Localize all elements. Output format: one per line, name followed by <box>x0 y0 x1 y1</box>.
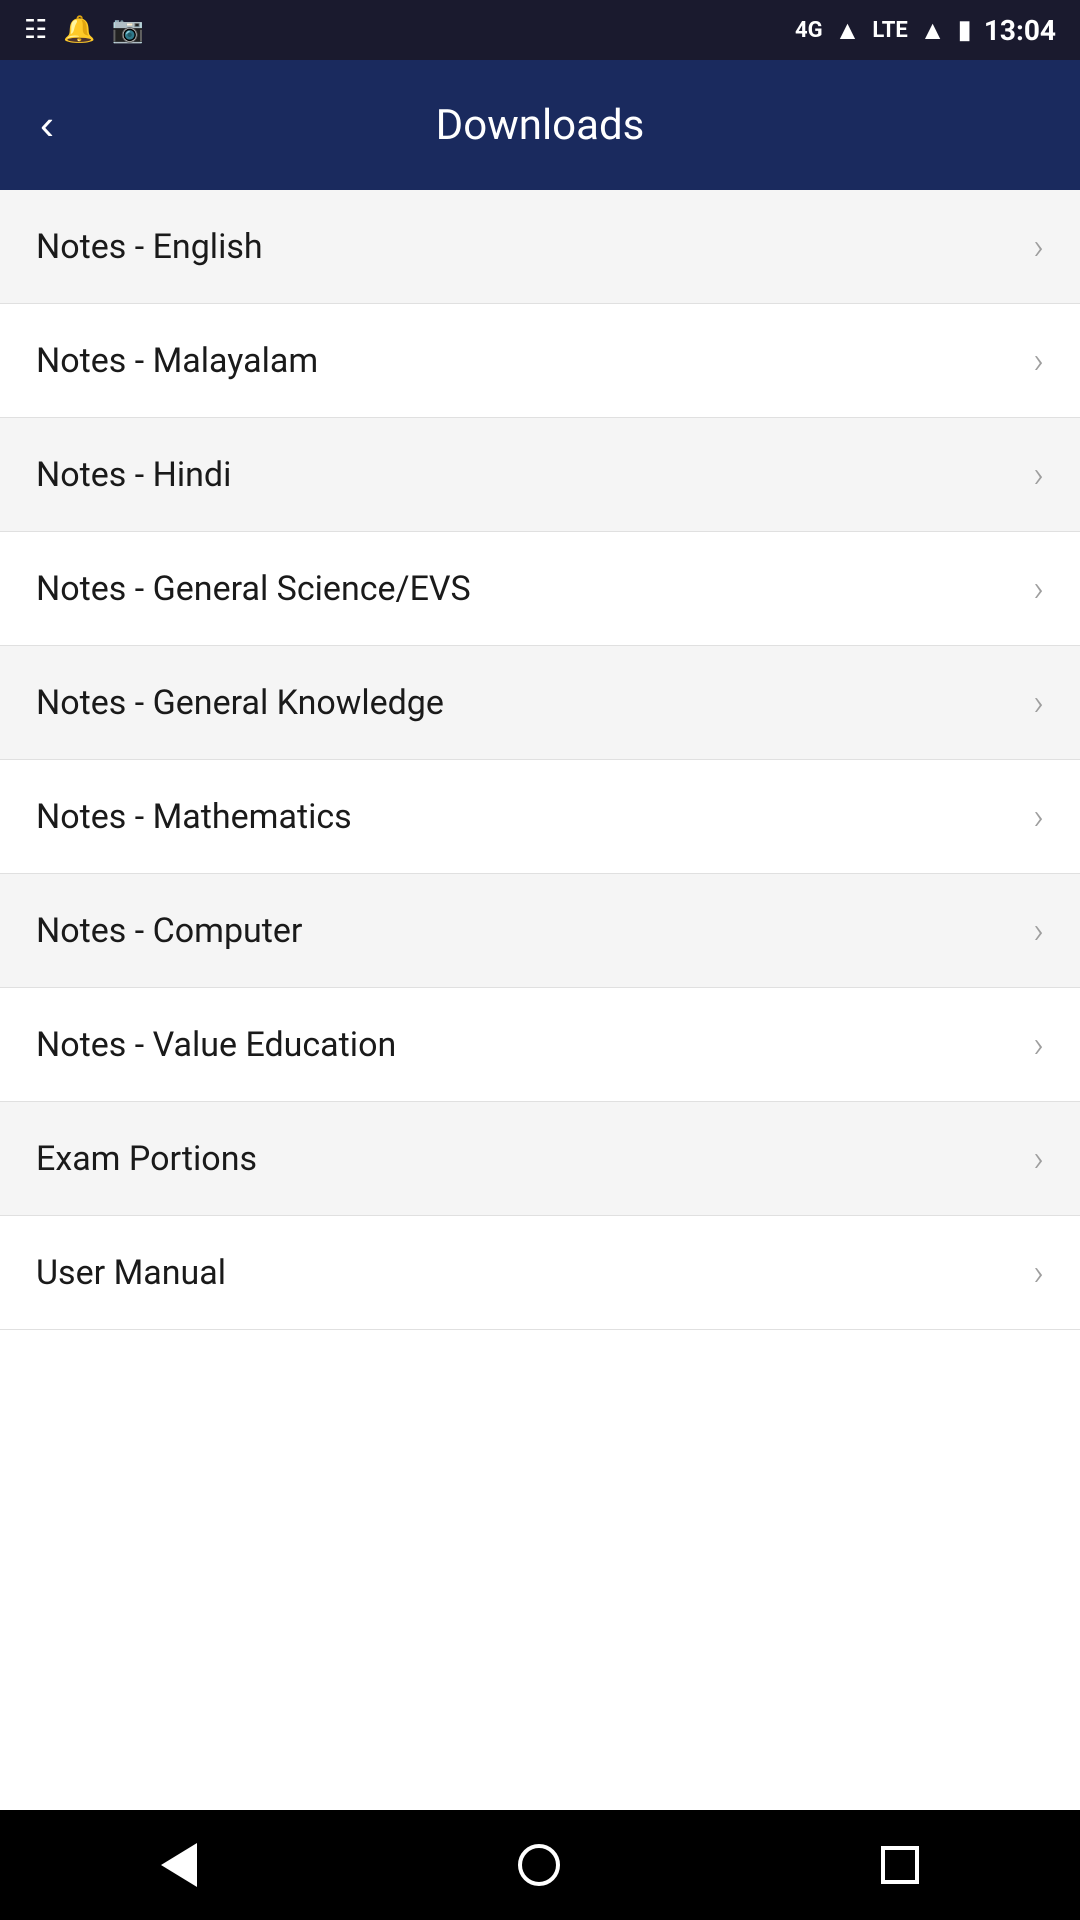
notifications-icon: 🔔 <box>63 15 95 45</box>
chevron-right-icon: › <box>1033 1138 1044 1180</box>
status-bar-left: ☷ 🔔 📷 <box>24 15 144 45</box>
status-bar-right: 4G ▲ LTE ▲ ▮ 13:04 <box>795 14 1056 47</box>
signal-bars-icon: ▲ <box>835 15 861 46</box>
list-item-label: User Manual <box>36 1253 226 1293</box>
list-item-label: Exam Portions <box>36 1139 257 1179</box>
signal-4g-text: 4G <box>795 18 823 43</box>
list-item[interactable]: Notes - General Science/EVS › <box>0 532 1080 646</box>
list-item-label: Notes - Hindi <box>36 455 231 495</box>
chevron-right-icon: › <box>1033 1024 1044 1066</box>
nav-home-button[interactable] <box>502 1828 576 1902</box>
downloads-list: Notes - English›Notes - Malayalam›Notes … <box>0 190 1080 1810</box>
signal-bars-2-icon: ▲ <box>920 15 946 46</box>
chevron-right-icon: › <box>1033 454 1044 496</box>
list-item-label: Notes - General Science/EVS <box>36 569 471 609</box>
nav-recent-button[interactable] <box>865 1830 935 1900</box>
list-item[interactable]: User Manual › <box>0 1216 1080 1330</box>
back-nav-icon <box>161 1843 197 1887</box>
list-item-label: Notes - Mathematics <box>36 797 352 837</box>
recent-nav-icon <box>881 1846 919 1884</box>
home-nav-icon <box>518 1844 560 1886</box>
list-item[interactable]: Exam Portions › <box>0 1102 1080 1216</box>
status-bar: ☷ 🔔 📷 4G ▲ LTE ▲ ▮ 13:04 <box>0 0 1080 60</box>
list-item[interactable]: Notes - Computer › <box>0 874 1080 988</box>
back-button[interactable]: ‹ <box>30 94 64 156</box>
photos-icon: 📷 <box>112 15 144 45</box>
chevron-right-icon: › <box>1033 682 1044 724</box>
list-item[interactable]: Notes - English › <box>0 190 1080 304</box>
chevron-right-icon: › <box>1033 910 1044 952</box>
bottom-nav <box>0 1810 1080 1920</box>
chevron-right-icon: › <box>1033 226 1044 268</box>
list-item-label: Notes - Value Education <box>36 1025 396 1065</box>
messages-icon: ☷ <box>24 15 47 45</box>
nav-back-button[interactable] <box>145 1827 213 1903</box>
chevron-right-icon: › <box>1033 568 1044 610</box>
chevron-right-icon: › <box>1033 1252 1044 1294</box>
list-item[interactable]: Notes - Malayalam › <box>0 304 1080 418</box>
chevron-right-icon: › <box>1033 796 1044 838</box>
list-item[interactable]: Notes - General Knowledge › <box>0 646 1080 760</box>
list-item-label: Notes - Computer <box>36 911 302 951</box>
chevron-right-icon: › <box>1033 340 1044 382</box>
list-item-label: Notes - Malayalam <box>36 341 318 381</box>
lte-text: LTE <box>872 18 907 43</box>
list-item-label: Notes - General Knowledge <box>36 683 444 723</box>
list-item[interactable]: Notes - Mathematics › <box>0 760 1080 874</box>
page-title: Downloads <box>436 101 645 150</box>
status-time: 13:04 <box>984 14 1056 47</box>
app-bar: ‹ Downloads <box>0 60 1080 190</box>
list-item-label: Notes - English <box>36 227 263 267</box>
list-item[interactable]: Notes - Hindi › <box>0 418 1080 532</box>
list-item[interactable]: Notes - Value Education › <box>0 988 1080 1102</box>
battery-icon: ▮ <box>958 15 972 45</box>
